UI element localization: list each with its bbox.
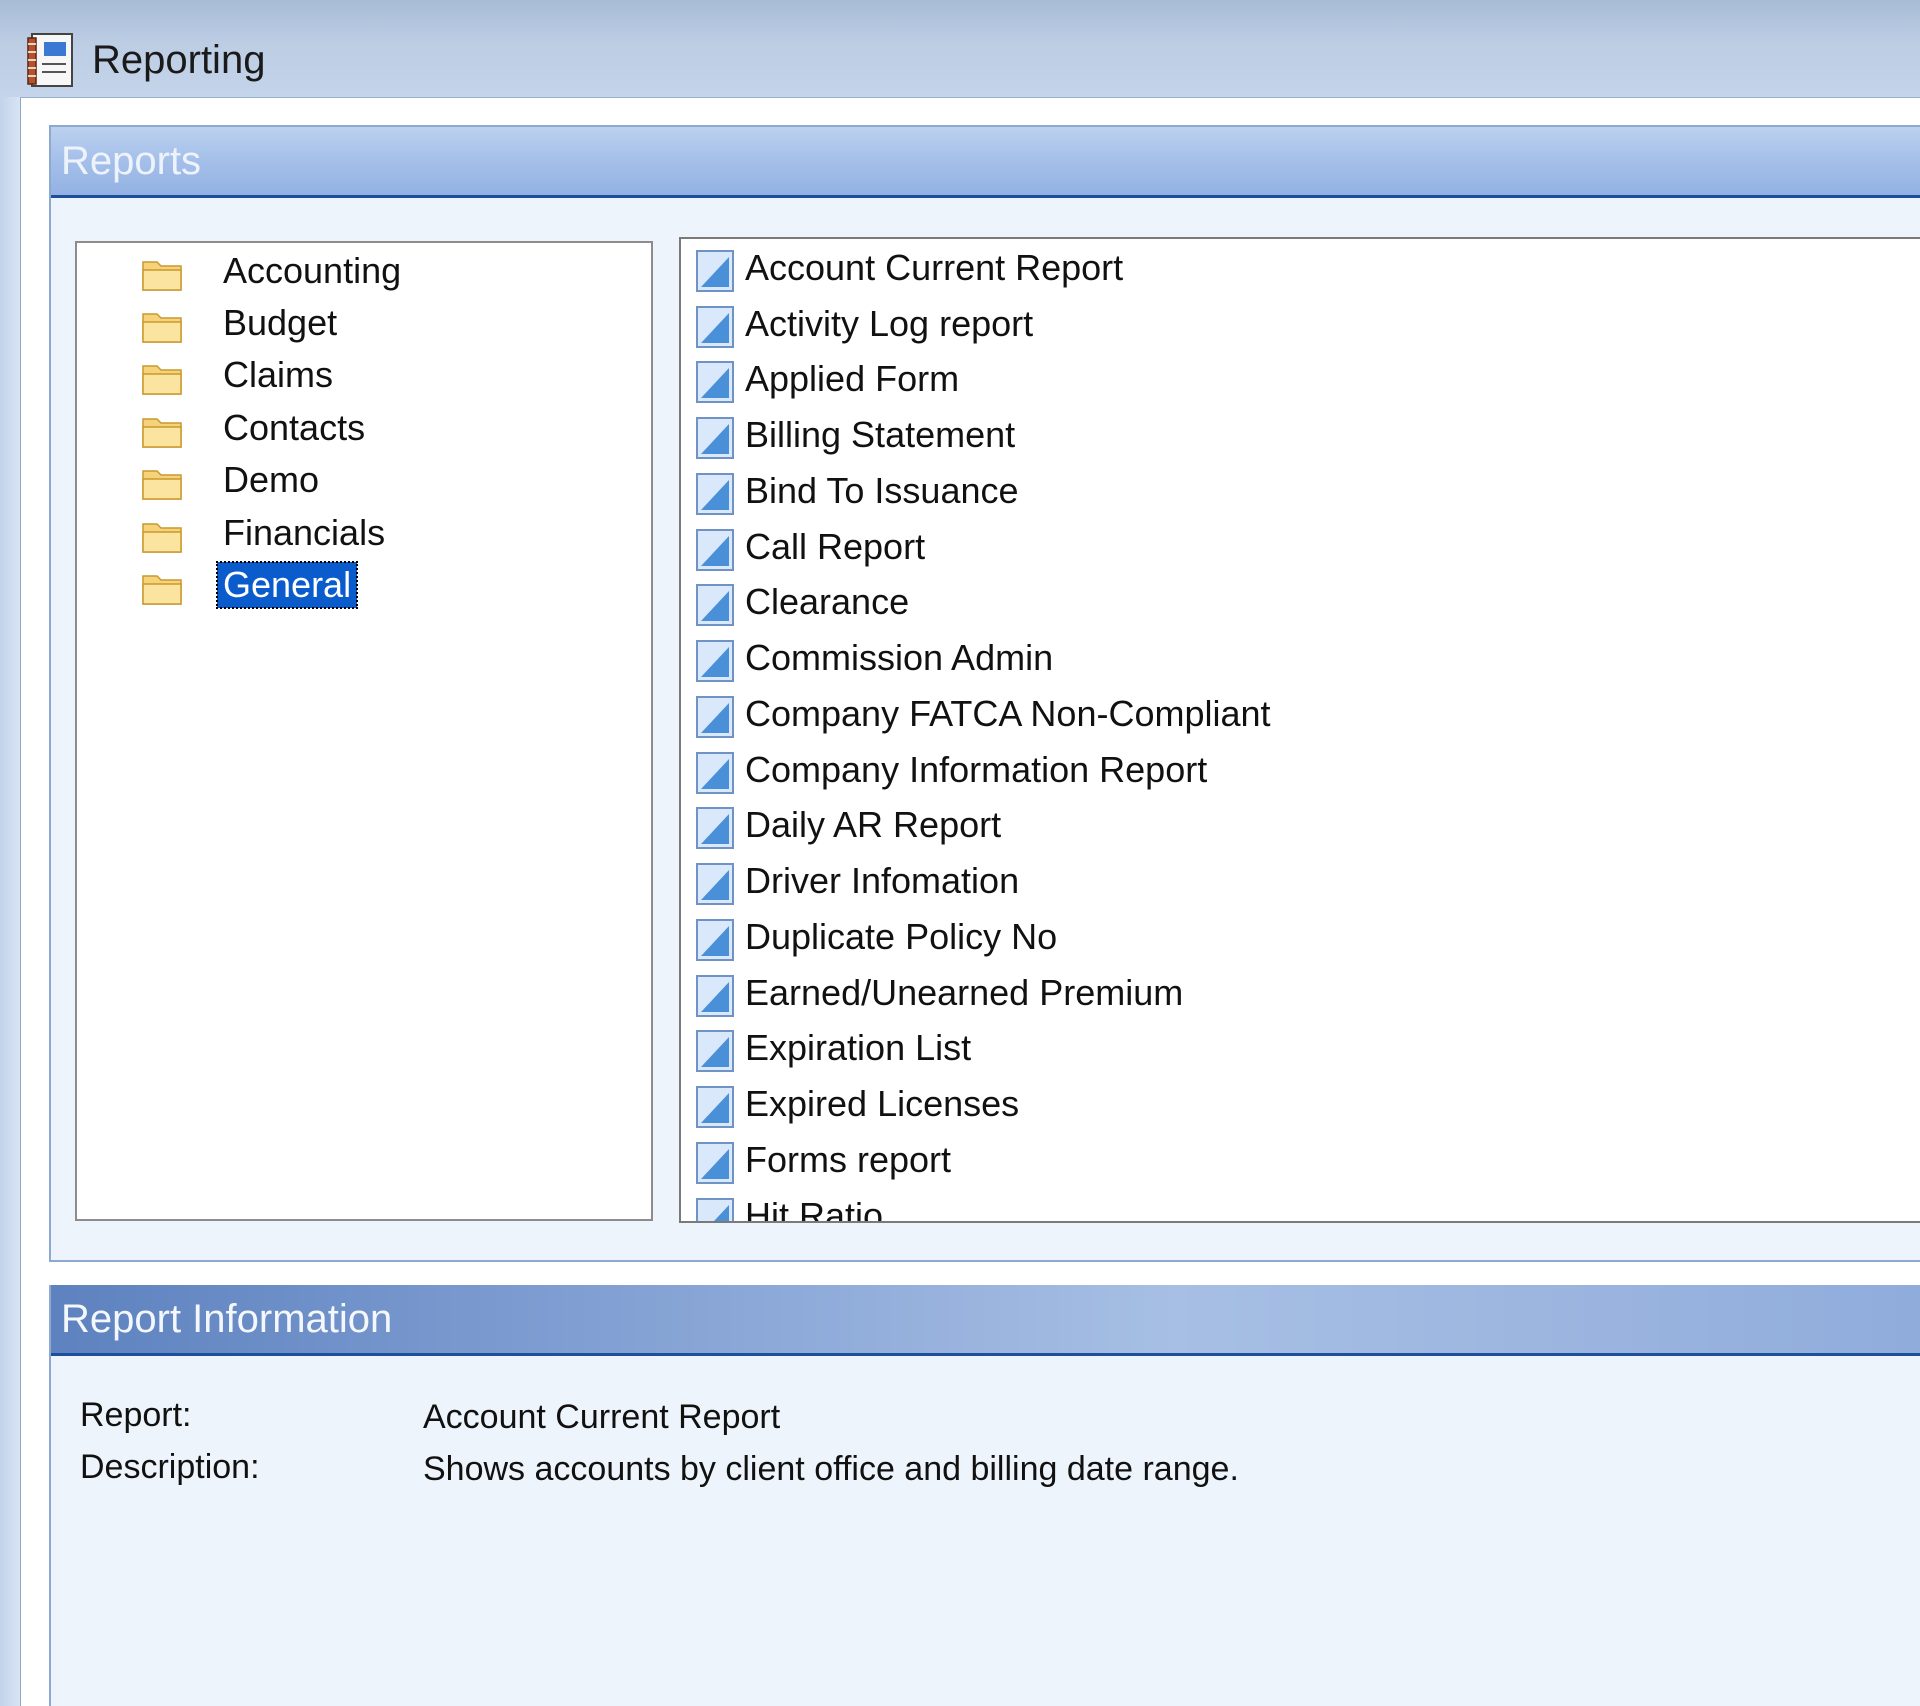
report-item-label: Forms report	[745, 1139, 952, 1180]
tree-item-label: Accounting	[223, 250, 402, 291]
report-doc-icon	[696, 1086, 734, 1128]
report-item-label: Account Current Report	[745, 247, 1124, 288]
reports-group: Reports Accounting Budget Claims Contact…	[49, 125, 1920, 1262]
description-value: Shows accounts by client office and bill…	[423, 1450, 1239, 1488]
report-item-label: Expiration List	[745, 1027, 972, 1068]
report-item-label: Call Report	[745, 526, 926, 567]
report-item-label: Daily AR Report	[745, 804, 1002, 845]
tree-item-label: Demo	[223, 459, 320, 500]
report-doc-icon	[696, 361, 734, 403]
folder-icon	[142, 470, 182, 500]
report-item-label: Company Information Report	[745, 749, 1208, 790]
tree-item-contacts[interactable]: Contacts	[77, 404, 651, 454]
tree-item-accounting[interactable]: Accounting	[77, 247, 651, 297]
report-item-label: Activity Log report	[745, 303, 1034, 344]
reports-group-header: Reports	[51, 127, 1920, 198]
report-doc-icon	[696, 1198, 734, 1221]
folder-icon	[142, 261, 182, 291]
window-left-border	[0, 97, 20, 1706]
report-item-label: Earned/Unearned Premium	[745, 972, 1184, 1013]
report-label: Report:	[80, 1396, 192, 1434]
report-doc-icon	[696, 417, 734, 459]
report-item-label: Hit Ratio	[745, 1195, 884, 1223]
category-tree[interactable]: Accounting Budget Claims Contacts Demo F…	[75, 241, 653, 1221]
report-value: Account Current Report	[423, 1398, 781, 1436]
folder-icon	[142, 365, 182, 395]
report-doc-icon	[696, 1030, 734, 1072]
folder-icon	[142, 313, 182, 343]
report-item-label: Driver Infomation	[745, 860, 1020, 901]
folder-icon	[142, 418, 182, 448]
report-item-label: Expired Licenses	[745, 1083, 1020, 1124]
report-doc-icon	[696, 640, 734, 682]
window-title: Reporting	[92, 38, 266, 82]
report-doc-icon	[696, 250, 734, 292]
folder-icon	[142, 523, 182, 553]
report-item-label: Bind To Issuance	[745, 470, 1019, 511]
report-doc-icon	[696, 863, 734, 905]
report-doc-icon	[696, 306, 734, 348]
tree-item-financials[interactable]: Financials	[77, 509, 651, 559]
report-doc-icon	[696, 696, 734, 738]
report-doc-icon	[696, 473, 734, 515]
report-doc-icon	[696, 919, 734, 961]
report-item-label: Clearance	[745, 581, 910, 622]
tree-item-demo[interactable]: Demo	[77, 456, 651, 506]
reports-group-title: Reports	[61, 139, 202, 183]
reporting-window: Reporting Reports Accounting Budget Clai…	[0, 0, 1920, 1706]
report-list[interactable]: Account Current Report Activity Log repo…	[679, 237, 1920, 1223]
tree-item-claims[interactable]: Claims	[77, 351, 651, 401]
report-item-label: Applied Form	[745, 358, 960, 399]
tree-item-label: Budget	[223, 302, 338, 343]
tree-item-label: Claims	[223, 354, 334, 395]
tree-item-budget[interactable]: Budget	[77, 299, 651, 349]
report-doc-icon	[696, 529, 734, 571]
report-item-label: Company FATCA Non-Compliant	[745, 693, 1271, 734]
description-label: Description:	[80, 1448, 260, 1486]
report-app-icon	[27, 33, 73, 87]
report-doc-icon	[696, 584, 734, 626]
report-doc-icon	[696, 975, 734, 1017]
tree-item-label: Contacts	[223, 407, 366, 448]
report-doc-icon	[696, 752, 734, 794]
folder-icon	[142, 575, 182, 605]
report-item-label: Commission Admin	[745, 637, 1054, 678]
report-information-header: Report Information	[51, 1285, 1920, 1356]
report-information-group: Report Information Report: Account Curre…	[49, 1285, 1920, 1706]
report-information-title: Report Information	[61, 1297, 393, 1341]
title-bar: Reporting	[0, 0, 1920, 98]
tree-item-label-selected: General	[215, 561, 359, 609]
report-doc-icon	[696, 1142, 734, 1184]
tree-item-label: Financials	[223, 512, 386, 553]
report-item-label: Duplicate Policy No	[745, 916, 1058, 957]
report-doc-icon	[696, 807, 734, 849]
tree-item-general[interactable]: General	[77, 561, 651, 611]
report-item-label: Billing Statement	[745, 414, 1016, 455]
